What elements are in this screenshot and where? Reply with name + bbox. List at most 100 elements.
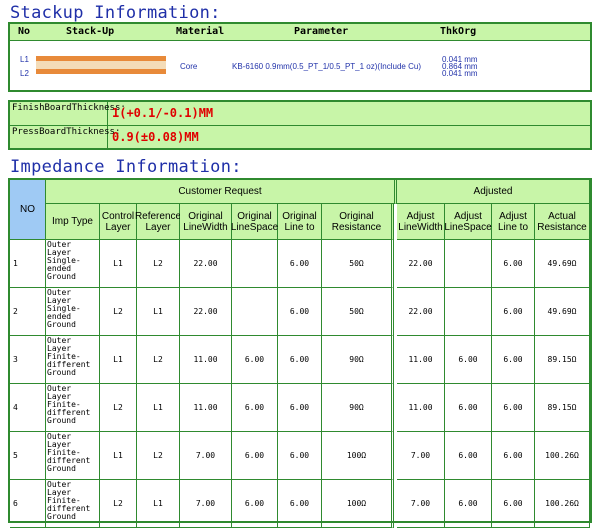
board-thickness-panel: FinishBoardThickness: 1(+0.1/-0.1)MM Pre… <box>8 100 592 150</box>
table-cell-aw: 22.00 <box>397 288 445 336</box>
col-header-reference-layer: Reference Layer <box>135 204 181 240</box>
table-cell-as: 6.00 <box>445 480 492 528</box>
table-cell-ow: 11.00 <box>180 336 232 384</box>
table-cell-ctrl: L1 <box>100 336 137 384</box>
table-cell-as: 6.00 <box>445 432 492 480</box>
table-cell-ores: 100Ω <box>322 480 394 528</box>
col-header-original-line-to: Original Line to <box>278 204 322 240</box>
table-cell-al: 6.00 <box>492 288 535 336</box>
no-column-header: NO <box>10 180 46 240</box>
table-cell-type: Outer Layer Finite-different Ground <box>46 384 100 432</box>
table-cell-os <box>232 240 278 288</box>
stackup-col-material: Material <box>176 26 225 37</box>
press-thickness-value: 0.9(±0.08)MM <box>112 130 199 144</box>
table-cell-ref: L2 <box>137 432 180 480</box>
table-cell-ctrl: L2 <box>100 480 137 528</box>
table-cell-ref: L2 <box>137 240 180 288</box>
core-layer <box>36 61 166 69</box>
table-cell-ctrl: L1 <box>100 240 137 288</box>
table-cell-ow: 7.00 <box>180 432 232 480</box>
table-cell-ares: 89.15Ω <box>535 336 590 384</box>
table-cell-ol: 6.00 <box>278 240 322 288</box>
col-header-original-linespace: Original LineSpace <box>231 204 278 240</box>
col-header-imp-type: Imp Type <box>46 204 100 240</box>
stackup-title: Stackup Information: <box>10 3 221 23</box>
table-cell-al: 6.00 <box>492 336 535 384</box>
table-cell-os: 6.00 <box>232 336 278 384</box>
stackup-parameter: KB-6160 0.9mm(0.5_PT_1/0.5_PT_1 oz)(Incl… <box>232 62 421 71</box>
table-cell-aw: 7.00 <box>397 480 445 528</box>
impedance-table: NO Customer Request Adjusted Imp Type Contro… <box>8 178 592 528</box>
copper-layer-bottom <box>36 69 166 74</box>
table-cell-al: 6.00 <box>492 384 535 432</box>
table-cell-type: Outer Layer Finite-different Ground <box>46 336 100 384</box>
table-cell-aw: 11.00 <box>397 384 445 432</box>
table-cell-al: 6.00 <box>492 240 535 288</box>
table-cell-os: 6.00 <box>232 432 278 480</box>
col-header-control-layer: Control Layer <box>100 204 137 240</box>
table-cell-ores: 50Ω <box>322 240 394 288</box>
col-header-original-resistance: Original Resistance <box>322 204 394 240</box>
table-cell-ctrl: L1 <box>100 432 137 480</box>
stackup-col-parameter: Parameter <box>294 26 349 37</box>
table-cell-no: 5 <box>10 432 46 480</box>
adjusted-header: Adjusted <box>397 180 590 204</box>
table-cell-no: 3 <box>10 336 46 384</box>
table-cell-no: 1 <box>10 240 46 288</box>
table-cell-no: 2 <box>10 288 46 336</box>
finish-thickness-value: 1(+0.1/-0.1)MM <box>112 106 214 120</box>
table-cell-as <box>445 240 492 288</box>
table-cell-al: 6.00 <box>492 480 535 528</box>
table-cell-al: 6.00 <box>492 432 535 480</box>
table-cell-aw: 11.00 <box>397 336 445 384</box>
customer-request-header: Customer Request <box>46 180 397 204</box>
table-cell-ol: 6.00 <box>278 480 322 528</box>
table-cell-ol: 6.00 <box>278 384 322 432</box>
stackup-col-no: No <box>18 26 31 37</box>
table-cell-ol: 6.00 <box>278 432 322 480</box>
table-cell-as: 6.00 <box>445 336 492 384</box>
table-cell-ref: L1 <box>137 480 180 528</box>
table-cell-ref: L1 <box>137 288 180 336</box>
finish-thickness-label: FinishBoardThickness: <box>10 102 126 125</box>
table-cell-ores: 100Ω <box>322 432 394 480</box>
table-cell-ares: 49.69Ω <box>535 288 590 336</box>
table-cell-no: 6 <box>10 480 46 528</box>
table-cell-as <box>445 288 492 336</box>
table-cell-ctrl: L2 <box>100 384 137 432</box>
table-cell-ow: 22.00 <box>180 288 232 336</box>
table-cell-ol: 6.00 <box>278 336 322 384</box>
table-cell-type: Outer Layer Single-ended Ground <box>46 288 100 336</box>
press-thickness-row: PressBoardThickness: 0.9(±0.08)MM <box>10 126 590 149</box>
layer-label-l2: L2 <box>20 69 29 78</box>
finish-thickness-row: FinishBoardThickness: 1(+0.1/-0.1)MM <box>10 102 590 126</box>
col-header-adjust-linewidth: Adjust LineWidth <box>397 204 445 240</box>
table-cell-ares: 100.26Ω <box>535 480 590 528</box>
table-cell-ares: 100.26Ω <box>535 432 590 480</box>
col-header-adjust-linespace: Adjust LineSpace <box>444 204 492 240</box>
table-cell-type: Outer Layer Single-ended Ground <box>46 240 100 288</box>
table-cell-ares: 49.69Ω <box>535 240 590 288</box>
table-cell-ores: 50Ω <box>322 288 394 336</box>
table-cell-aw: 22.00 <box>397 240 445 288</box>
table-cell-os: 6.00 <box>232 384 278 432</box>
table-cell-ow: 11.00 <box>180 384 232 432</box>
col-header-original-linewidth: Original LineWidth <box>180 204 232 240</box>
impedance-title: Impedance Information: <box>10 157 242 177</box>
stackup-header-row: No Stack-Up Material Parameter ThkOrg <box>10 24 590 41</box>
table-cell-ow: 7.00 <box>180 480 232 528</box>
stackup-panel: No Stack-Up Material Parameter ThkOrg L1… <box>8 22 592 92</box>
table-cell-ores: 90Ω <box>322 384 394 432</box>
table-cell-os <box>232 288 278 336</box>
press-thickness-label: PressBoardThickness: <box>10 126 120 149</box>
table-cell-ctrl: L2 <box>100 288 137 336</box>
stackup-col-stackup: Stack-Up <box>66 26 115 37</box>
table-cell-type: Outer Layer Finite-different Ground <box>46 432 100 480</box>
col-header-adjust-line-to: Adjust Line to <box>492 204 535 240</box>
table-cell-ow: 22.00 <box>180 240 232 288</box>
table-cell-no: 4 <box>10 384 46 432</box>
table-cell-ares: 89.15Ω <box>535 384 590 432</box>
layer-label-l1: L1 <box>20 55 29 64</box>
table-cell-ref: L2 <box>137 336 180 384</box>
table-cell-ref: L1 <box>137 384 180 432</box>
